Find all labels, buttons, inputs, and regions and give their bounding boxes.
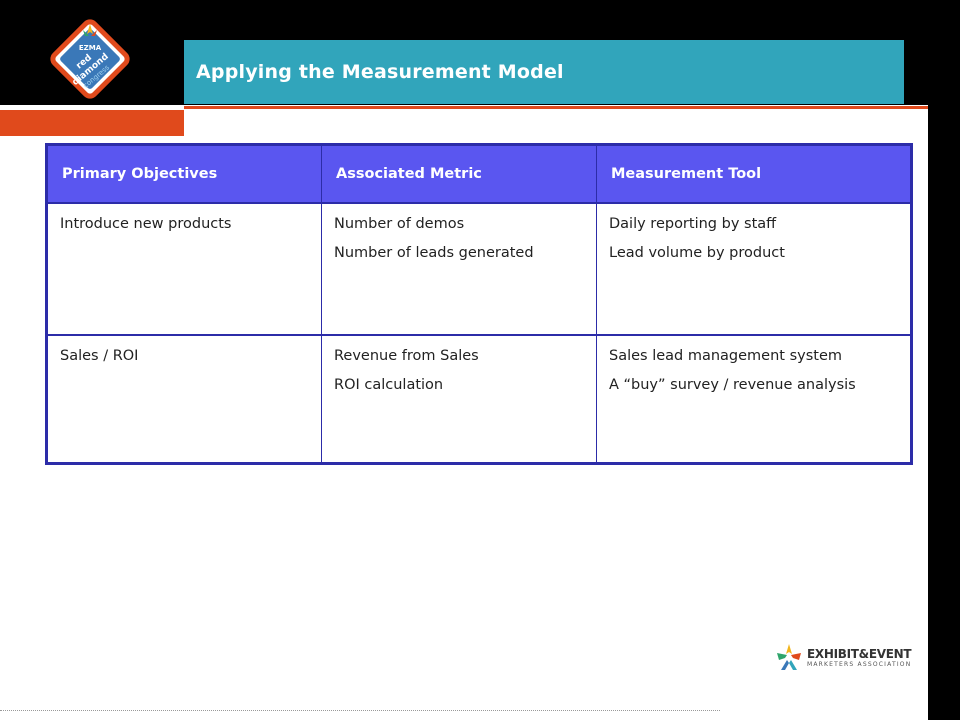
table-row: Introduce new products Number of demos N… (46, 203, 912, 336)
footer-dotted-divider (0, 710, 720, 711)
header-primary-objectives: Primary Objectives (46, 144, 322, 204)
header-associated-metric: Associated Metric (321, 144, 597, 204)
logo-top-text: EZMA (79, 44, 102, 52)
footer-brand-line1: EXHIBIT&EVENT (807, 646, 912, 661)
metric-text: Revenue from Sales (334, 348, 479, 364)
objective-cell: Sales / ROI (46, 335, 322, 465)
title-bar: Applying the Measurement Model (184, 40, 904, 104)
tool-text: A “buy” survey / revenue analysis (609, 377, 856, 393)
objective-cell: Introduce new products (46, 203, 322, 336)
slide-title: Applying the Measurement Model (196, 61, 564, 83)
metric-cell: Revenue from Sales ROI calculation (321, 335, 597, 465)
tool-text: Sales lead management system (609, 348, 843, 364)
footer-brand-line2: MARKETERS ASSOCIATION (807, 660, 912, 668)
red-diamond-congress-logo: EZMA red diamond congress (45, 14, 135, 104)
measurement-table: Primary Objectives Associated Metric Mea… (45, 143, 913, 465)
orange-accent-block (0, 110, 184, 136)
tool-text: Daily reporting by staff (609, 216, 777, 232)
objective-text: Sales / ROI (60, 348, 139, 364)
tool-cell: Daily reporting by staff Lead volume by … (596, 203, 912, 336)
orange-accent-line (184, 106, 928, 109)
metric-cell: Number of demos Number of leads generate… (321, 203, 597, 336)
right-black-band (928, 0, 960, 720)
exhibit-event-marketers-logo: EXHIBIT&EVENT MARKETERS ASSOCIATION (775, 640, 915, 674)
table-header-row: Primary Objectives Associated Metric Mea… (46, 144, 912, 204)
star-burst-icon (777, 644, 801, 670)
tool-text: Lead volume by product (609, 245, 785, 261)
objective-text: Introduce new products (60, 216, 232, 232)
table-row: Sales / ROI Revenue from Sales ROI calcu… (46, 335, 912, 465)
metric-text: Number of demos (334, 216, 465, 232)
header-measurement-tool: Measurement Tool (596, 144, 912, 204)
tool-cell: Sales lead management system A “buy” sur… (596, 335, 912, 465)
metric-text: Number of leads generated (334, 245, 534, 261)
metric-text: ROI calculation (334, 377, 444, 393)
measurement-table-container: Primary Objectives Associated Metric Mea… (45, 143, 915, 465)
